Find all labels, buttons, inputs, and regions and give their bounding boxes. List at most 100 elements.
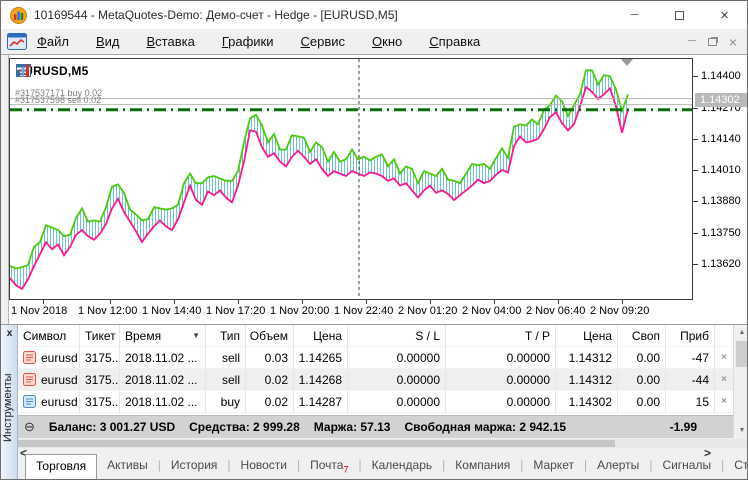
price-tick-mark bbox=[693, 76, 698, 77]
sidebar-tab-label: Инструменты bbox=[2, 343, 14, 473]
cell-ticket: 3175... bbox=[80, 391, 120, 412]
cell-symbol: eurusd bbox=[18, 347, 80, 368]
time-tick-label: 2 Nov 06:40 bbox=[526, 305, 585, 317]
price-tick-mark bbox=[693, 108, 698, 109]
column-header-10[interactable]: Приб bbox=[666, 325, 715, 346]
cell-vol: 0.02 bbox=[246, 391, 294, 412]
collapse-icon[interactable]: ⊖ bbox=[24, 419, 35, 435]
column-header-5[interactable]: Цена bbox=[294, 325, 348, 346]
bar-chart-icon bbox=[16, 64, 30, 77]
table-header-row: СимволТикетВремя▼ТипОбъемЦенаS / LT / PЦ… bbox=[18, 325, 733, 347]
sort-desc-icon[interactable]: ▼ bbox=[188, 331, 200, 340]
close-position-icon[interactable]: × bbox=[715, 369, 733, 390]
price-tick-mark bbox=[693, 201, 698, 202]
scrollbar-thumb[interactable] bbox=[736, 341, 748, 367]
floating-profit-value: -1.99 bbox=[670, 420, 733, 434]
scroll-down-icon[interactable]: ▼ bbox=[734, 423, 748, 438]
tab-компания[interactable]: Компания bbox=[445, 454, 520, 472]
scroll-up-icon[interactable]: ▲ bbox=[734, 325, 748, 340]
tab-новости[interactable]: Новости bbox=[231, 454, 297, 472]
menu-view[interactable]: Вид bbox=[96, 34, 120, 49]
time-axis: 1 Nov 20181 Nov 12:001 Nov 14:401 Nov 17… bbox=[9, 300, 693, 324]
position-row[interactable]: eurusd3175...2018.11.02 ...buy0.021.1428… bbox=[18, 391, 733, 413]
cell-sl: 0.00000 bbox=[348, 391, 446, 412]
column-header-4[interactable]: Объем bbox=[246, 325, 294, 346]
menu-window[interactable]: Окно bbox=[372, 34, 402, 49]
price-tick-mark bbox=[693, 233, 698, 234]
tab-активы[interactable]: Активы bbox=[97, 454, 158, 472]
time-tick-label: 1 Nov 17:20 bbox=[206, 305, 265, 317]
chart-panel: EURUSD,M5 #317537171 buy 0.02 #317537598… bbox=[1, 55, 748, 324]
child-minimize-button[interactable]: ─ bbox=[688, 36, 696, 47]
close-position-icon[interactable]: × bbox=[715, 391, 733, 412]
price-tick-label: 1.14140 bbox=[701, 133, 741, 145]
tab-история[interactable]: История bbox=[161, 454, 228, 472]
column-header-6[interactable]: S / L bbox=[348, 325, 446, 346]
menu-insert[interactable]: Вставка bbox=[147, 34, 195, 49]
cell-type: sell bbox=[206, 347, 246, 368]
margin-value: Маржа: 57.13 bbox=[314, 420, 391, 434]
price-chart bbox=[10, 59, 692, 299]
window-title: 10169544 - MetaQuotes-Demo: Демо-счет - … bbox=[34, 8, 398, 22]
tab-торговля[interactable]: Торговля bbox=[25, 454, 97, 480]
close-button[interactable]: × bbox=[702, 1, 747, 29]
sidebar-tab-instruments[interactable]: x Инструменты bbox=[1, 325, 18, 480]
menu-file[interactable]: Файл bbox=[37, 34, 69, 49]
cell-price: 1.14265 bbox=[294, 347, 348, 368]
tab-сигналы[interactable]: Сигналы bbox=[652, 454, 721, 472]
cell-swap: 0.00 bbox=[618, 369, 666, 390]
equity-value: Средства: 2 999.28 bbox=[189, 420, 300, 434]
price-tick-label: 1.14010 bbox=[701, 164, 741, 176]
low-line bbox=[10, 87, 628, 289]
time-tick-label: 1 Nov 2018 bbox=[11, 305, 67, 317]
app-icon bbox=[10, 7, 27, 24]
maximize-button[interactable] bbox=[657, 1, 702, 29]
chart-plot-area[interactable]: EURUSD,M5 #317537171 buy 0.02 #317537598… bbox=[9, 58, 693, 300]
table-vertical-scrollbar[interactable]: ▲ ▼ bbox=[733, 325, 748, 438]
tab-badge: 7 bbox=[343, 464, 348, 474]
cell-vol: 0.02 bbox=[246, 369, 294, 390]
cell-symbol: eurusd bbox=[18, 391, 80, 412]
sell-order-icon bbox=[23, 351, 36, 364]
cell-symbol: eurusd bbox=[18, 369, 80, 390]
tab-календарь[interactable]: Календарь bbox=[362, 454, 443, 472]
current-price-box: 1.14302 bbox=[695, 93, 747, 107]
cell-vol: 0.03 bbox=[246, 347, 294, 368]
column-header-7[interactable]: T / P bbox=[446, 325, 556, 346]
price-tick-label: 1.13880 bbox=[701, 195, 741, 207]
tab-алерты[interactable]: Алерты bbox=[587, 454, 649, 472]
column-header-9[interactable]: Своп bbox=[618, 325, 666, 346]
account-summary-row[interactable]: ⊖ Баланс: 3 001.27 USD Средства: 2 999.2… bbox=[18, 415, 733, 438]
cell-swap: 0.00 bbox=[618, 347, 666, 368]
menu-help[interactable]: Справка bbox=[429, 34, 480, 49]
cell-time: 2018.11.02 ... bbox=[120, 369, 206, 390]
tab-маркет[interactable]: Маркет bbox=[523, 454, 584, 472]
cell-cur: 1.14312 bbox=[556, 369, 618, 390]
price-tick-label: 1.13750 bbox=[701, 227, 741, 239]
cell-tp: 0.00000 bbox=[446, 347, 556, 368]
time-tick-label: 1 Nov 22:40 bbox=[334, 305, 393, 317]
close-position-icon[interactable]: × bbox=[715, 347, 733, 368]
position-row[interactable]: eurusd3175...2018.11.02 ...sell0.021.142… bbox=[18, 369, 733, 391]
tab-почта[interactable]: Почта7 bbox=[300, 454, 358, 474]
panel-close-icon[interactable]: x bbox=[1, 328, 18, 339]
cell-cur: 1.14302 bbox=[556, 391, 618, 412]
column-header-3[interactable]: Тип bbox=[206, 325, 246, 346]
table-horizontal-scrollbar[interactable] bbox=[18, 439, 748, 448]
hscrollbar-thumb[interactable] bbox=[18, 440, 615, 447]
time-tick-mark bbox=[174, 300, 175, 304]
column-header-1[interactable]: Тикет bbox=[80, 325, 120, 346]
child-restore-button[interactable] bbox=[708, 38, 717, 46]
child-close-button[interactable]: × bbox=[729, 35, 737, 49]
menu-charts[interactable]: Графики bbox=[222, 34, 274, 49]
tab-статьи[interactable]: Статьи1 bbox=[724, 454, 748, 474]
column-header-8[interactable]: Цена bbox=[556, 325, 618, 346]
high-line bbox=[10, 70, 628, 268]
chart-window-icon bbox=[7, 33, 27, 50]
column-header-0[interactable]: Символ bbox=[18, 325, 80, 346]
cell-sl: 0.00000 bbox=[348, 347, 446, 368]
position-row[interactable]: eurusd3175...2018.11.02 ...sell0.031.142… bbox=[18, 347, 733, 369]
menu-tools[interactable]: Сервис bbox=[301, 34, 346, 49]
minimize-button[interactable]: ─ bbox=[612, 1, 657, 29]
column-header-2[interactable]: Время▼ bbox=[120, 325, 206, 346]
